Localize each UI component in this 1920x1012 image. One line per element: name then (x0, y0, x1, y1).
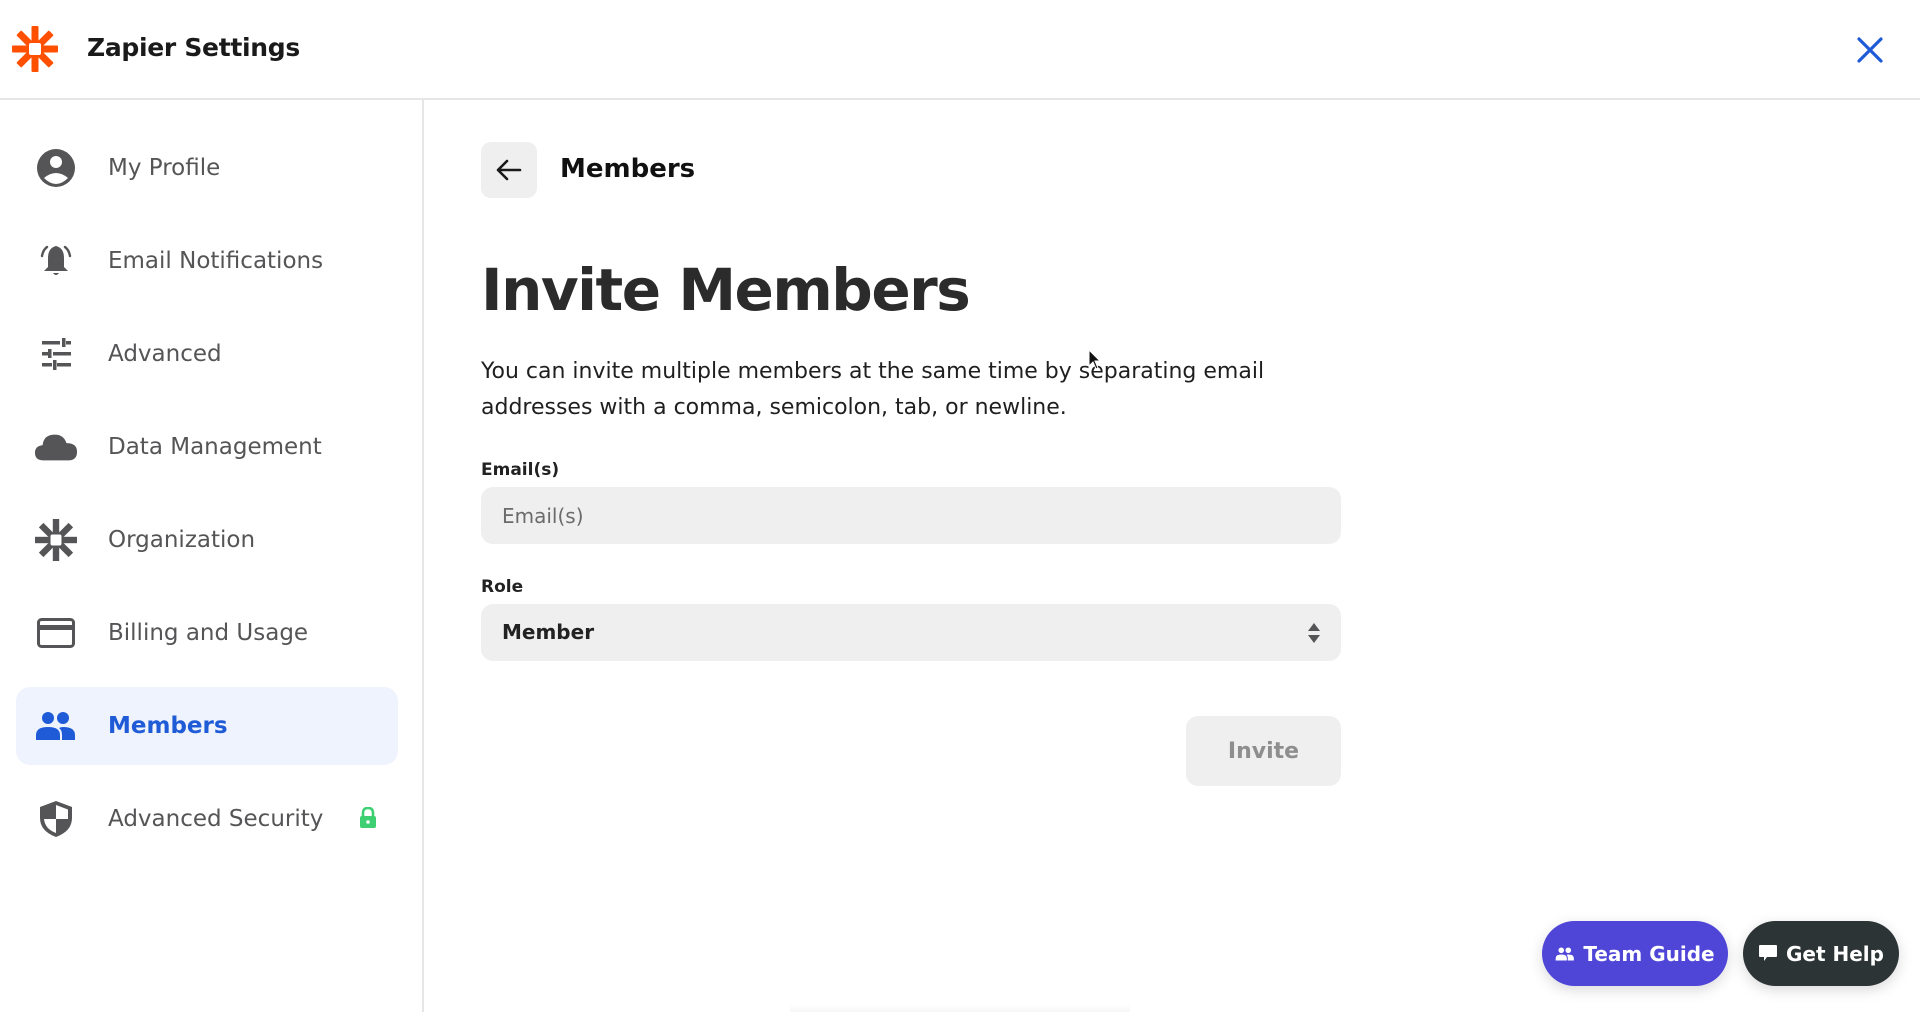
chat-bubble-icon (1758, 944, 1778, 963)
sidebar-item-label: Email Notifications (108, 248, 324, 274)
sidebar-item-organization[interactable]: Organization (16, 501, 398, 579)
sidebar-item-email-notifications[interactable]: Email Notifications (16, 222, 398, 300)
sidebar-item-label: Billing and Usage (108, 620, 309, 646)
user-circle-icon (34, 146, 78, 190)
get-help-label: Get Help (1786, 941, 1884, 966)
select-arrows-icon (1307, 622, 1321, 644)
invite-button[interactable]: Invite (1186, 716, 1341, 786)
asterisk-icon (34, 518, 78, 562)
arrow-left-icon (496, 159, 522, 181)
page-title: Invite Members (481, 256, 971, 324)
top-bar: Zapier Settings (0, 0, 1920, 100)
bottom-shadow (790, 1004, 1130, 1012)
page-description: You can invite multiple members at the s… (481, 359, 1265, 420)
team-guide-button[interactable]: Team Guide (1542, 921, 1728, 986)
sidebar-item-advanced-security[interactable]: Advanced Security (16, 780, 398, 858)
mouse-cursor-icon (1088, 348, 1102, 371)
team-guide-label: Team Guide (1583, 941, 1715, 966)
sidebar-item-data-management[interactable]: Data Management (16, 408, 398, 486)
sidebar-item-label: Advanced (108, 341, 222, 367)
sidebar: My Profile Email Notifications Advanced (0, 100, 424, 1012)
lock-icon (358, 806, 380, 831)
zapier-logo-icon (12, 26, 58, 72)
sidebar-item-label: My Profile (108, 155, 221, 181)
app-title: Zapier Settings (87, 33, 300, 62)
sidebar-item-members[interactable]: Members (16, 687, 398, 765)
sidebar-item-label: Data Management (108, 434, 322, 460)
email-field-label: Email(s) (481, 460, 560, 480)
sliders-icon (34, 332, 78, 376)
close-button[interactable] (1850, 30, 1890, 70)
sidebar-item-advanced[interactable]: Advanced (16, 315, 398, 393)
bell-ringing-icon (34, 239, 78, 283)
sidebar-item-label: Advanced Security (108, 806, 324, 832)
role-field-label: Role (481, 577, 524, 597)
cloud-icon (34, 425, 78, 469)
people-icon (34, 704, 78, 748)
email-input[interactable] (481, 487, 1341, 544)
role-select-value: Member (502, 620, 595, 644)
people-icon (1555, 946, 1575, 961)
sidebar-item-label: Members (108, 713, 228, 739)
get-help-button[interactable]: Get Help (1743, 921, 1899, 986)
sidebar-item-billing-and-usage[interactable]: Billing and Usage (16, 594, 398, 672)
sidebar-item-my-profile[interactable]: My Profile (16, 129, 398, 207)
sidebar-item-label: Organization (108, 527, 256, 553)
main-content: Members Invite Members You can invite mu… (426, 100, 1920, 1012)
role-select[interactable]: Member (481, 604, 1341, 661)
breadcrumb-title: Members (560, 154, 696, 184)
shield-icon (34, 797, 78, 841)
close-x-icon (1857, 37, 1883, 63)
back-button[interactable] (481, 142, 537, 198)
credit-card-icon (34, 611, 78, 655)
